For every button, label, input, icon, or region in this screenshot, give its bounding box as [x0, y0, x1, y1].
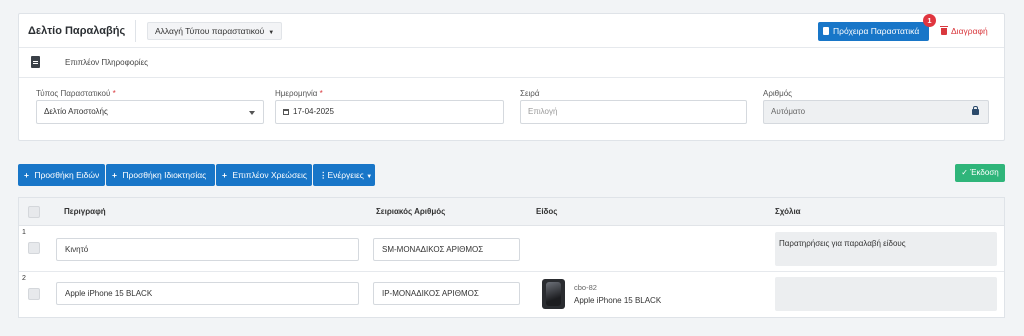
comment-field[interactable]: Παρατηρήσεις για παραλαβή είδους	[775, 232, 997, 266]
document-icon	[823, 27, 829, 35]
delete-label: Διαγραφή	[951, 26, 988, 36]
delete-button[interactable]: Διαγραφή	[940, 26, 988, 36]
number-field: Αυτόματο	[763, 100, 989, 124]
number-value: Αυτόματο	[771, 107, 806, 116]
vertical-dots-icon: ⋮	[319, 170, 328, 180]
extra-charges-label: Επιπλέον Χρεώσεις	[232, 170, 307, 180]
serial-input[interactable]: IP-ΜΟΝΑΔΙΚΟΣ ΑΡΙΘΜΟΣ	[373, 282, 520, 305]
plus-icon: +	[222, 170, 227, 180]
issue-button[interactable]: ✓ Έκδοση	[955, 164, 1005, 182]
calendar-icon	[283, 109, 289, 115]
extra-info-label: Επιπλέον Πληροφορίες	[65, 58, 149, 67]
row-number: 1	[22, 229, 26, 236]
series-label: Σειρά	[520, 89, 540, 98]
drafts-count-badge: 1	[923, 14, 936, 27]
caret-down-icon: ▼	[268, 30, 275, 36]
document-card: Δελτίο Παραλαβής Αλλαγή Τύπου παραστατικ…	[18, 13, 1005, 141]
col-serial: Σειριακός Αριθμός	[376, 207, 446, 216]
page-title: Δελτίο Παραλαβής	[28, 25, 126, 37]
plus-icon: +	[112, 170, 117, 180]
comment-field[interactable]	[775, 277, 997, 311]
divider	[135, 20, 136, 42]
drafts-button[interactable]: Πρόχειρα Παραστατικά	[818, 22, 929, 41]
col-comments: Σχόλια	[775, 207, 801, 216]
date-label: Ημερομηνία *	[275, 89, 323, 98]
drafts-label: Πρόχειρα Παραστατικά	[833, 26, 920, 36]
serial-input[interactable]: SM-ΜΟΝΑΔΙΚΟΣ ΑΡΙΘΜΟΣ	[373, 238, 520, 261]
add-items-label: Προσθήκη Ειδών	[34, 170, 100, 180]
issue-label: Έκδοση	[970, 168, 999, 177]
description-input[interactable]: Apple iPhone 15 BLACK	[56, 282, 359, 305]
file-text-icon	[31, 56, 40, 68]
product-thumbnail	[542, 279, 565, 309]
col-item: Είδος	[536, 207, 558, 216]
caret-down-icon: ▼	[366, 174, 373, 180]
col-description: Περιγραφή	[64, 207, 106, 216]
trash-icon	[940, 26, 948, 35]
add-property-label: Προσθήκη Ιδιοκτησίας	[122, 170, 207, 180]
lock-icon	[972, 106, 979, 115]
change-type-label: Αλλαγή Τύπου παραστατικού	[155, 26, 265, 36]
actions-label: Ενέργειες	[327, 170, 364, 180]
date-value: 17-04-2025	[293, 107, 334, 116]
doc-type-label: Τύπος Παραστατικού *	[36, 89, 116, 98]
caret-down-icon	[249, 111, 255, 115]
add-items-button[interactable]: + Προσθήκη Ειδών	[18, 164, 105, 186]
table-header: Περιγραφή Σειριακός Αριθμός Είδος Σχόλια	[19, 198, 1004, 226]
product-name: Apple iPhone 15 BLACK	[574, 296, 662, 305]
actions-dropdown[interactable]: ⋮Ενέργειες ▼	[313, 164, 375, 186]
check-icon: ✓	[961, 168, 968, 177]
product-code: cbo-82	[574, 283, 597, 292]
extra-info-toggle[interactable]: Επιπλέον Πληροφορίες	[19, 48, 1004, 78]
items-table: Περιγραφή Σειριακός Αριθμός Είδος Σχόλια…	[18, 197, 1005, 318]
table-row: 1 Κινητό SM-ΜΟΝΑΔΙΚΟΣ ΑΡΙΘΜΟΣ Παρατηρήσε…	[19, 226, 1004, 272]
select-all-checkbox[interactable]	[28, 206, 40, 218]
document-header: Δελτίο Παραλαβής Αλλαγή Τύπου παραστατικ…	[19, 14, 1004, 48]
plus-icon: +	[24, 170, 29, 180]
series-select[interactable]: Επιλογή	[520, 100, 747, 124]
extra-charges-button[interactable]: + Επιπλέον Χρεώσεις	[216, 164, 312, 186]
row-number: 2	[22, 275, 26, 282]
date-field[interactable]: 17-04-2025	[275, 100, 504, 124]
row-checkbox[interactable]	[28, 242, 40, 254]
description-input[interactable]: Κινητό	[56, 238, 359, 261]
change-type-dropdown[interactable]: Αλλαγή Τύπου παραστατικού ▼	[147, 22, 283, 40]
doc-type-select[interactable]: Δελτίο Αποστολής	[36, 100, 264, 124]
series-placeholder: Επιλογή	[528, 107, 558, 116]
table-row: 2 Apple iPhone 15 BLACK IP-ΜΟΝΑΔΙΚΟΣ ΑΡΙ…	[19, 272, 1004, 318]
doc-type-value: Δελτίο Αποστολής	[44, 107, 108, 116]
row-checkbox[interactable]	[28, 288, 40, 300]
number-label: Αριθμός	[763, 89, 793, 98]
add-property-button[interactable]: + Προσθήκη Ιδιοκτησίας	[106, 164, 215, 186]
